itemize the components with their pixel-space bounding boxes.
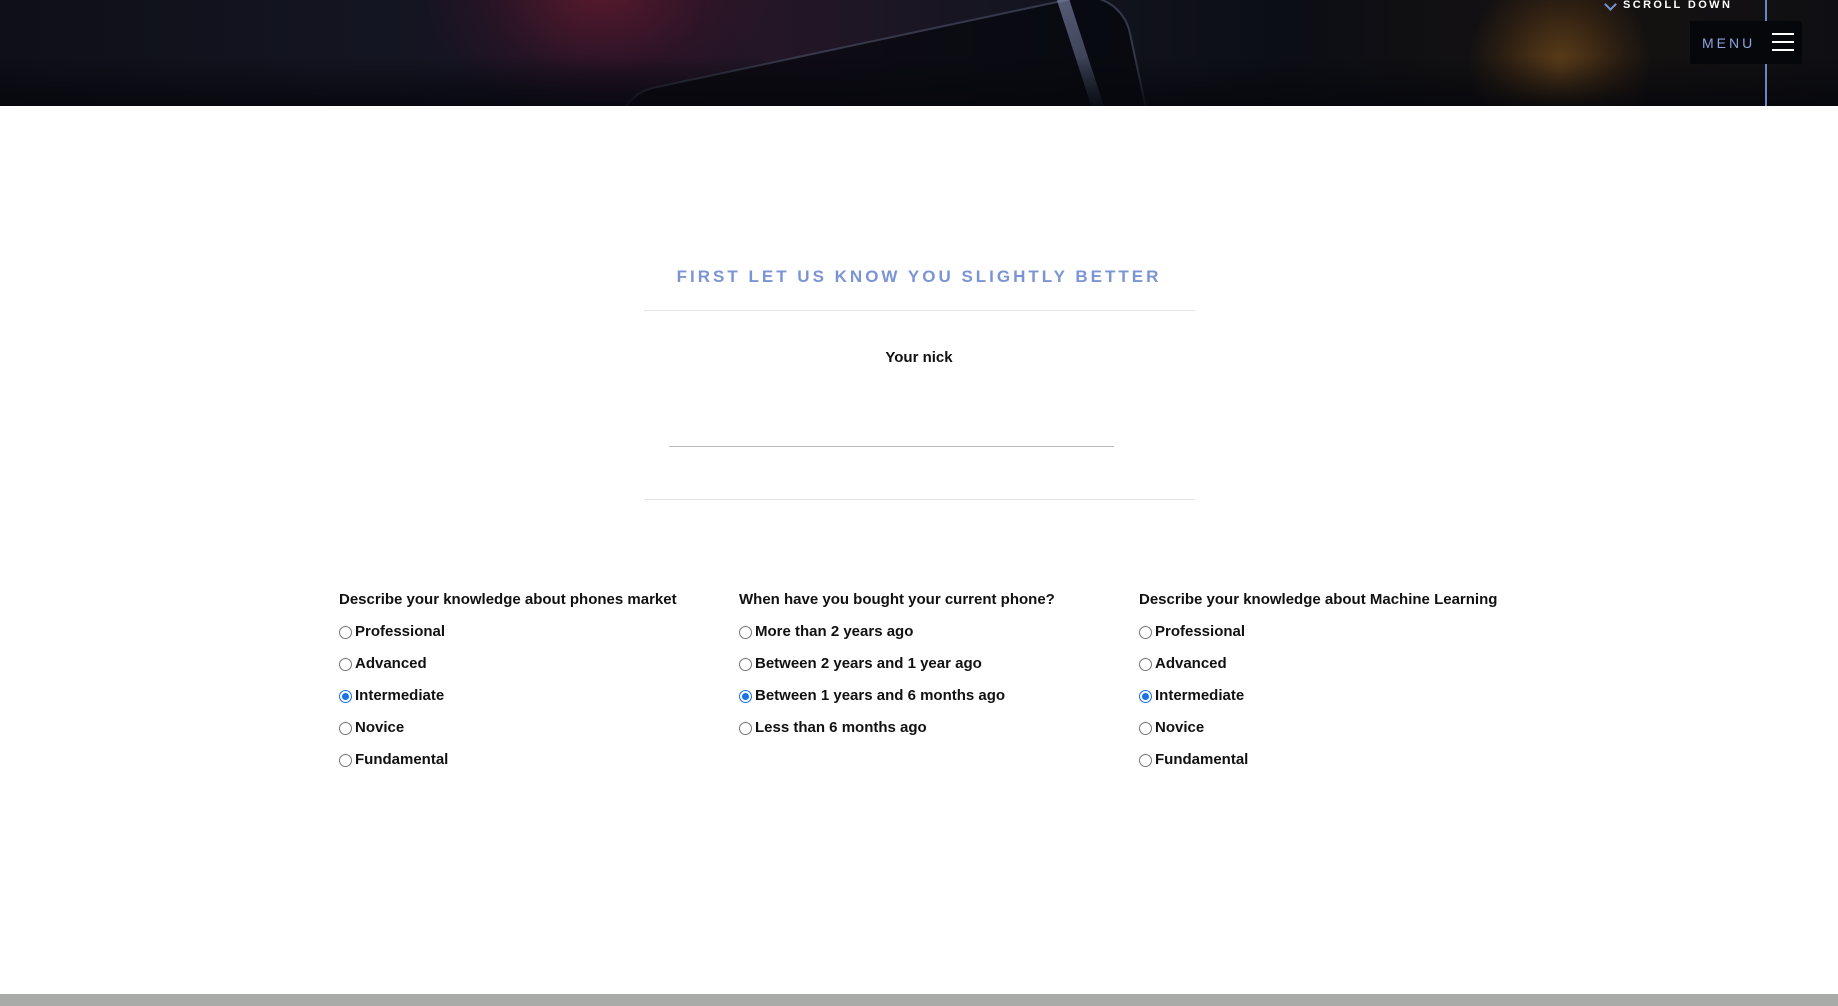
option-label: Professional [1155,623,1246,640]
option-label: Less than 6 months ago [755,719,927,736]
option-label: Professional [355,623,446,640]
radio-button[interactable] [339,657,352,671]
option-label: Advanced [355,655,427,672]
nick-label: Your nick [885,349,953,366]
footer-bar [0,994,1838,1006]
section-heading: FIRST LET US KNOW YOU SLIGHTLY BETTER [676,267,1162,286]
question-machine-learning: Describe your knowledge about Machine Le… [1139,591,1497,769]
radio-button-selected[interactable] [339,689,352,703]
radio-button[interactable] [739,625,752,639]
option-fundamental[interactable]: Fundamental [1139,751,1497,769]
question-title: Describe your knowledge about Machine Le… [1139,591,1498,608]
question-title: When have you bought your current phone? [739,591,1055,608]
radio-button[interactable] [339,753,352,767]
radio-button[interactable] [339,721,352,735]
radio-button-selected[interactable] [1139,689,1152,703]
radio-button-selected[interactable] [739,689,752,703]
option-professional[interactable]: Professional [1139,623,1497,641]
option-less-than-6-months[interactable]: Less than 6 months ago [739,719,1055,737]
scroll-down-link[interactable]: SCROLL DOWN [1604,0,1733,14]
option-label: Novice [355,719,405,736]
question-phone-purchase: When have you bought your current phone?… [739,591,1055,737]
radio-button[interactable] [339,625,352,639]
radio-button[interactable] [1139,721,1152,735]
option-label: Advanced [1155,655,1227,672]
option-label: Between 1 years and 6 months ago [755,687,1006,704]
divider-bottom [644,499,1195,500]
hero-banner: SCROLL DOWN MENU [0,0,1838,106]
option-label: Intermediate [1155,687,1245,704]
menu-label: MENU [1702,34,1756,51]
option-professional[interactable]: Professional [339,623,677,641]
option-more-than-2-years[interactable]: More than 2 years ago [739,623,1055,641]
question-phones-market: Describe your knowledge about phones mar… [339,591,677,769]
option-advanced[interactable]: Advanced [339,655,677,673]
option-fundamental[interactable]: Fundamental [339,751,677,769]
radio-button[interactable] [739,657,752,671]
nick-input[interactable] [669,414,1114,447]
option-2-to-1-year[interactable]: Between 2 years and 1 year ago [739,655,1055,673]
radio-button[interactable] [1139,753,1152,767]
question-title: Describe your knowledge about phones mar… [339,591,677,608]
page: SCROLL DOWN MENU FIRST LET US KNOW YOU S… [0,0,1838,1006]
option-novice[interactable]: Novice [339,719,677,737]
option-1-year-to-6-months[interactable]: Between 1 years and 6 months ago [739,687,1055,705]
option-intermediate[interactable]: Intermediate [1139,687,1497,705]
option-novice[interactable]: Novice [1139,719,1497,737]
option-label: Intermediate [355,687,445,704]
option-label: Between 2 years and 1 year ago [755,655,982,672]
hamburger-icon [1772,33,1794,52]
option-label: Fundamental [355,751,449,768]
menu-button[interactable]: MENU [1690,21,1802,64]
option-intermediate[interactable]: Intermediate [339,687,677,705]
divider-top [644,310,1195,311]
option-advanced[interactable]: Advanced [1139,655,1497,673]
option-label: Novice [1155,719,1205,736]
radio-button[interactable] [1139,657,1152,671]
option-label: Fundamental [1155,751,1249,768]
option-label: More than 2 years ago [755,623,914,640]
chevron-down-icon [1604,0,1617,11]
hero-shade [0,56,1838,106]
scroll-down-label: SCROLL DOWN [1623,0,1733,11]
radio-button[interactable] [739,721,752,735]
radio-button[interactable] [1139,625,1152,639]
